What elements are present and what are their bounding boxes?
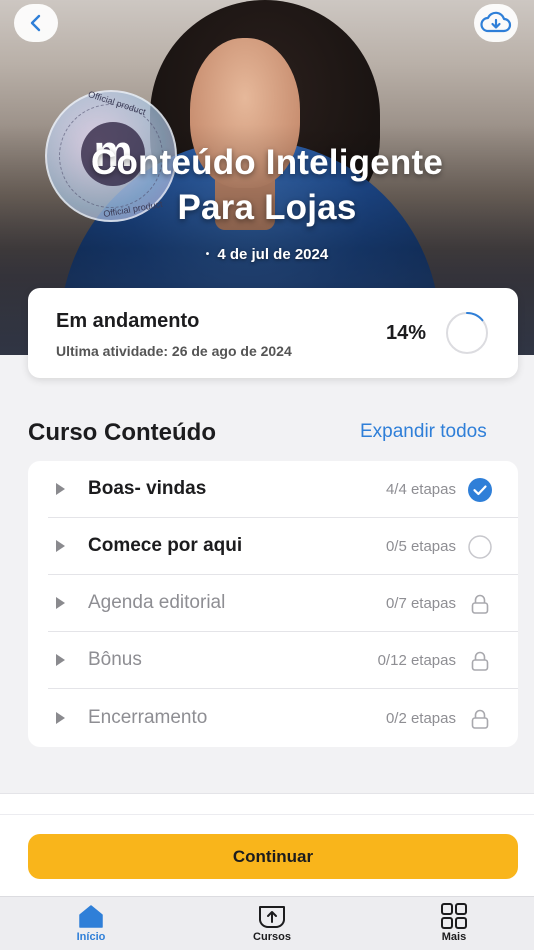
- caret-right-icon: [56, 712, 65, 724]
- module-name: Agenda editorial: [88, 592, 226, 613]
- module-steps: 0/5 etapas: [385, 538, 456, 555]
- lock-icon: [471, 709, 489, 729]
- lock-icon: [471, 651, 489, 671]
- tab-mais[interactable]: Mais: [404, 903, 504, 949]
- course-date-text: 4 de jul de 2024: [217, 246, 329, 263]
- home-icon: [79, 905, 103, 928]
- expand-all-link[interactable]: Expandir todos: [360, 421, 487, 443]
- caret-right-icon: [56, 540, 65, 552]
- module-row[interactable]: Boas- vindas 4/4 etapas: [28, 461, 518, 518]
- progress-ring: [446, 312, 488, 354]
- module-name: Encerramento: [88, 707, 208, 728]
- back-button[interactable]: [14, 4, 58, 42]
- progress-percent: 14%: [386, 322, 427, 344]
- module-row[interactable]: Agenda editorial 0/7 etapas: [28, 575, 518, 632]
- continue-button[interactable]: Continuar: [28, 834, 518, 879]
- module-steps: 0/12 etapas: [377, 652, 456, 669]
- tab-label: Início: [76, 931, 106, 943]
- caret-right-icon: [56, 654, 65, 666]
- module-row[interactable]: Encerramento 0/2 etapas: [28, 690, 518, 747]
- tab-inicio[interactable]: Início: [41, 903, 141, 949]
- course-date: • 4 de jul de 2024: [205, 246, 329, 263]
- progress-status: Em andamento: [56, 310, 200, 332]
- tab-label: Mais: [441, 931, 467, 943]
- chevron-left-icon: [30, 14, 41, 32]
- courses-icon: [259, 906, 285, 929]
- module-name: Comece por aqui: [88, 535, 243, 556]
- check-circle-icon: [468, 478, 492, 502]
- tab-cursos[interactable]: Cursos: [222, 903, 322, 949]
- module-name: Boas- vindas: [88, 478, 207, 499]
- course-title-line2: Para Lojas: [177, 188, 357, 227]
- course-title-line1: Conteúdo Inteligente: [90, 143, 444, 182]
- module-row[interactable]: Bônus 0/12 etapas: [28, 632, 518, 689]
- empty-circle-icon: [468, 535, 492, 559]
- cloud-download-icon: [480, 11, 512, 33]
- module-name: Bônus: [88, 649, 142, 670]
- course-content-title: Curso Conteúdo: [28, 419, 216, 446]
- caret-right-icon: [56, 597, 65, 609]
- module-steps: 0/2 etapas: [385, 710, 456, 727]
- course-title: Conteúdo Inteligente Para Lojas: [0, 140, 534, 230]
- last-activity: Ultima atividade: 26 de ago de 2024: [56, 343, 292, 359]
- lock-icon: [471, 594, 489, 614]
- progress-card: Em andamento Ultima atividade: 26 de ago…: [28, 288, 518, 378]
- module-row[interactable]: Comece por aqui 0/5 etapas: [28, 518, 518, 575]
- module-list: Boas- vindas 4/4 etapas Comece por aqui …: [28, 461, 518, 747]
- caret-right-icon: [56, 483, 65, 495]
- download-button[interactable]: [474, 4, 518, 42]
- tab-label: Cursos: [253, 931, 291, 943]
- tab-bar: Início Cursos Mais: [0, 896, 534, 950]
- module-steps: 4/4 etapas: [385, 481, 456, 498]
- grid-icon: [441, 903, 467, 929]
- module-steps: 0/7 etapas: [385, 595, 456, 612]
